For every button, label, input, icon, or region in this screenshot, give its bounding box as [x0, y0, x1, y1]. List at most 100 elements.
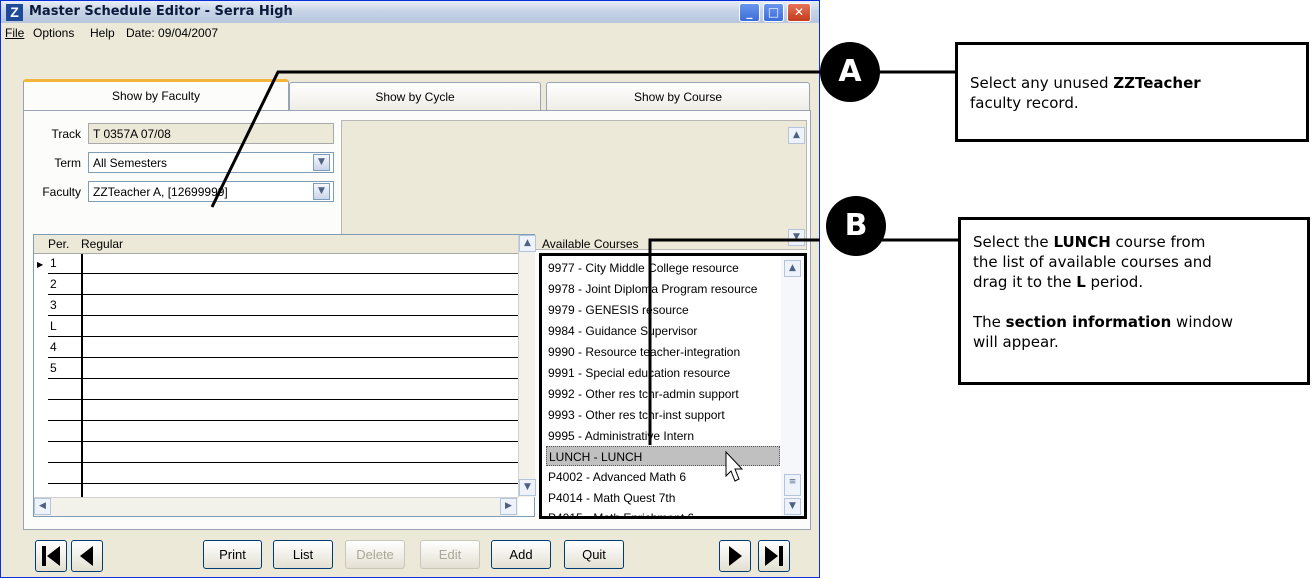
menu-options[interactable]: Options: [33, 26, 74, 40]
chevron-down-icon[interactable]: ▼: [313, 154, 330, 171]
period-cell: 3: [50, 298, 57, 312]
previous-record-icon: [80, 546, 93, 566]
callout-b-text: Select the: [973, 233, 1054, 251]
list-item-selected[interactable]: LUNCH - LUNCH: [546, 446, 780, 466]
grid-header: Per. Regular: [34, 235, 518, 254]
window-title: Master Schedule Editor - Serra High: [29, 4, 293, 19]
scroll-up-icon[interactable]: ▲: [519, 235, 536, 252]
last-record-button[interactable]: [758, 540, 790, 572]
table-row[interactable]: L: [48, 317, 518, 337]
table-row[interactable]: [48, 443, 518, 463]
list-item[interactable]: 9984 - Guidance Supervisor: [546, 321, 780, 341]
previous-record-button[interactable]: [71, 540, 103, 572]
scroll-up-icon[interactable]: ▲: [784, 260, 801, 277]
callout-b-text: drag it to the: [973, 273, 1077, 291]
table-row[interactable]: [48, 401, 518, 421]
schedule-editor-window: Z Master Schedule Editor - Serra High _ …: [0, 0, 820, 578]
edit-button[interactable]: Edit: [420, 540, 480, 569]
print-button[interactable]: Print: [203, 540, 262, 569]
callout-b-bold: L: [1076, 273, 1086, 291]
track-field: T 0357A 07/08: [88, 123, 334, 144]
callout-b-text: will appear.: [973, 333, 1059, 351]
scroll-down-icon[interactable]: ▼: [519, 479, 536, 496]
maximize-button[interactable]: □: [763, 3, 784, 22]
list-item[interactable]: P4015 - Math Enrichment 6: [546, 508, 780, 516]
scroll-left-icon[interactable]: ◀: [34, 498, 51, 515]
scroll-down-icon[interactable]: ▼: [784, 498, 801, 515]
available-courses-list[interactable]: 9977 - City Middle College resource 9978…: [539, 253, 807, 519]
term-select[interactable]: All Semesters: [88, 152, 334, 173]
term-label: Term: [54, 156, 81, 170]
table-row[interactable]: 4: [48, 338, 518, 358]
grid-vertical-scrollbar[interactable]: ▲ ▼: [518, 235, 536, 497]
tab-show-by-faculty[interactable]: Show by Faculty: [23, 79, 289, 111]
close-button[interactable]: ✕: [787, 3, 811, 22]
first-record-button[interactable]: [35, 540, 67, 572]
maximize-icon: □: [767, 5, 780, 19]
period-cell: 5: [50, 361, 57, 375]
minimize-icon: _: [746, 5, 753, 19]
faculty-select[interactable]: ZZTeacher A, [12699999]: [88, 181, 334, 202]
list-item[interactable]: 9995 - Administrative Intern: [546, 426, 780, 446]
available-courses-label: Available Courses: [542, 237, 639, 251]
callout-a-text-2: faculty record.: [970, 94, 1079, 112]
callout-a-text: Select any unused: [970, 74, 1114, 92]
grid-horizontal-scrollbar[interactable]: ◀ ▶: [34, 497, 518, 516]
table-row[interactable]: [48, 464, 518, 484]
faculty-notes-area[interactable]: ▲ ▼: [341, 120, 807, 250]
callout-b-text: window: [1171, 313, 1233, 331]
minimize-button[interactable]: _: [739, 3, 760, 22]
menu-bar: File Options Help Date: 09/04/2007: [1, 23, 819, 45]
tab-show-by-course[interactable]: Show by Course: [546, 82, 810, 110]
callout-b-bold: LUNCH: [1053, 233, 1111, 251]
table-row[interactable]: [48, 380, 518, 400]
list-item[interactable]: P4014 - Math Quest 7th: [546, 488, 780, 508]
list-item[interactable]: 9992 - Other res tchr-admin support: [546, 384, 780, 404]
col-regular-header: Regular: [81, 237, 124, 251]
scroll-right-icon[interactable]: ▶: [500, 498, 517, 515]
scroll-thumb[interactable]: ≡: [784, 474, 801, 496]
row-pointer-icon: ▶: [37, 260, 44, 269]
list-item[interactable]: 9993 - Other res tchr-inst support: [546, 405, 780, 425]
table-row[interactable]: [48, 422, 518, 442]
callout-b-text: The: [973, 313, 1006, 331]
title-bar[interactable]: Z Master Schedule Editor - Serra High _ …: [1, 1, 819, 23]
menu-help[interactable]: Help: [90, 26, 115, 40]
close-icon: ✕: [793, 5, 805, 19]
scroll-down-icon[interactable]: ▼: [788, 229, 805, 246]
add-button[interactable]: Add: [491, 540, 551, 569]
table-row[interactable]: 5: [48, 359, 518, 379]
table-row[interactable]: 2: [48, 275, 518, 295]
callout-b-text: course from: [1110, 233, 1206, 251]
first-record-icon: [42, 546, 60, 566]
callout-b-text: period.: [1085, 273, 1144, 291]
table-row[interactable]: 3: [48, 296, 518, 316]
menu-date[interactable]: Date: 09/04/2007: [126, 26, 218, 40]
list-item[interactable]: P4002 - Advanced Math 6: [546, 467, 780, 487]
next-record-button[interactable]: [719, 540, 751, 572]
callout-a-bold: ZZTeacher: [1113, 74, 1201, 92]
tab-show-by-cycle[interactable]: Show by Cycle: [289, 82, 541, 110]
list-item[interactable]: 9977 - City Middle College resource: [546, 258, 780, 278]
period-grid[interactable]: Per. Regular ▶ 1 2 3 L 4 5 ▲ ▼ ◀ ▶: [33, 234, 536, 517]
period-cell: L: [50, 319, 57, 333]
list-item[interactable]: 9978 - Joint Diploma Program resource: [546, 279, 780, 299]
last-record-icon: [765, 546, 783, 566]
list-button[interactable]: List: [273, 540, 333, 569]
period-cell: 2: [50, 277, 57, 291]
menu-file[interactable]: File: [5, 26, 24, 40]
scroll-up-icon[interactable]: ▲: [788, 127, 805, 144]
col-per-header: Per.: [48, 237, 70, 251]
period-cell: 4: [50, 340, 57, 354]
delete-button[interactable]: Delete: [345, 540, 405, 569]
track-label: Track: [51, 127, 81, 141]
list-item[interactable]: 9990 - Resource teacher-integration: [546, 342, 780, 362]
faculty-label: Faculty: [42, 185, 81, 199]
list-item[interactable]: 9979 - GENESIS resource: [546, 300, 780, 320]
quit-button[interactable]: Quit: [564, 540, 624, 569]
callout-a-box: Select any unused ZZTeacher faculty reco…: [955, 42, 1309, 142]
courses-scrollbar[interactable]: ▲ ≡ ▼: [781, 256, 804, 516]
chevron-down-icon[interactable]: ▼: [313, 183, 330, 200]
table-row[interactable]: 1: [48, 254, 518, 274]
list-item[interactable]: 9991 - Special education resource: [546, 363, 780, 383]
